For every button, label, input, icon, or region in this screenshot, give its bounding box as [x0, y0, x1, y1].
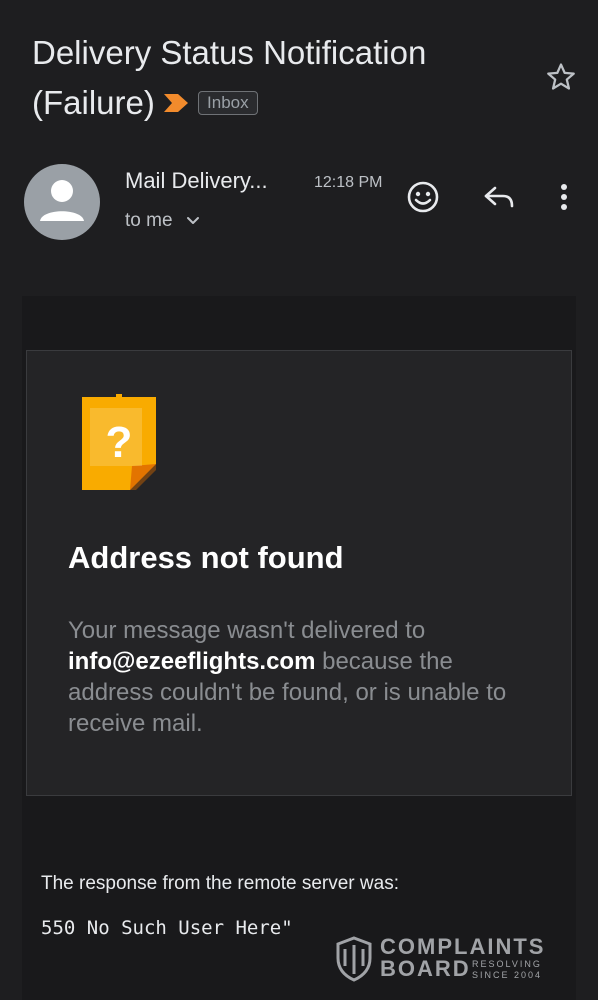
recipient-label: to me [125, 210, 173, 231]
inbox-label-chip[interactable]: Inbox [198, 91, 258, 116]
email-time: 12:18 PM [314, 174, 383, 191]
complaints-board-watermark: COMPLAINTS BOARD RESOLVING SINCE 2004 [336, 934, 556, 984]
importance-marker-icon[interactable] [163, 92, 189, 114]
bounce-message: Your message wasn't delivered to info@ez… [68, 615, 538, 739]
subject-line-2: (Failure) [32, 84, 155, 121]
bounce-title: Address not found [68, 540, 344, 575]
svg-text:?: ? [106, 418, 133, 467]
sender-avatar[interactable] [24, 164, 100, 240]
server-response-code: 550 No Such User Here" [41, 917, 293, 939]
sender-name[interactable]: Mail Delivery... [125, 168, 268, 194]
subject-line-1: Delivery Status Notification [32, 34, 427, 71]
recipient-address[interactable]: info@ezeeflights.com [68, 648, 315, 675]
watermark-line-2: BOARD [380, 956, 471, 981]
question-note-icon: ? [82, 394, 156, 490]
person-icon [40, 180, 84, 221]
chevron-down-icon [186, 217, 199, 224]
shield-logo [336, 936, 372, 982]
recipient-details-toggle[interactable]: to me [125, 210, 200, 232]
watermark-sub-1: RESOLVING [472, 959, 542, 969]
star-icon[interactable] [544, 60, 578, 94]
smiley-icon[interactable] [405, 179, 441, 215]
reply-icon[interactable] [481, 179, 517, 215]
watermark-sub-2: SINCE 2004 [472, 970, 543, 980]
email-subject: Delivery Status Notification (Failure) I… [32, 28, 532, 128]
bounce-message-intro: Your message wasn't delivered to [68, 617, 426, 644]
more-vert-icon[interactable] [546, 179, 582, 215]
server-response-label: The response from the remote server was: [41, 873, 399, 894]
